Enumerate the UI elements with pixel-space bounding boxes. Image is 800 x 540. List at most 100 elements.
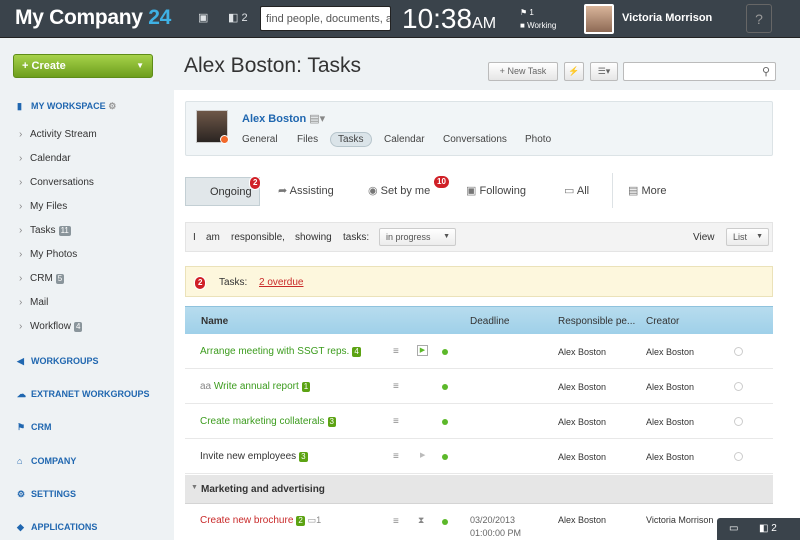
tab-files[interactable]: Files xyxy=(297,134,318,145)
menu-icon[interactable]: ≡ xyxy=(393,451,399,462)
global-search-input[interactable]: find people, documents, an xyxy=(260,6,391,31)
tab-conversations[interactable]: Conversations xyxy=(443,134,507,145)
overdue-link[interactable]: 2 overdue xyxy=(259,277,303,288)
task-creator[interactable]: Alex Boston xyxy=(646,347,694,357)
task-name[interactable]: Create new brochure 2 ▭1 xyxy=(200,515,321,526)
table-row[interactable]: Invite new employees 3 ≡ ▶ Alex Boston Al… xyxy=(185,439,773,474)
task-creator[interactable]: Victoria Morrison xyxy=(646,515,713,525)
sidebar-item-conversations[interactable]: Conversations xyxy=(19,177,94,188)
task-name[interactable]: Arrange meeting with SSGT reps. 4 xyxy=(200,346,361,357)
sidebar-item-my-files[interactable]: My Files xyxy=(19,201,67,212)
priority-dot xyxy=(442,519,448,525)
task-badge: 3 xyxy=(327,417,336,427)
task-name[interactable]: aa Write annual report 1 xyxy=(200,381,311,392)
company-logo[interactable]: My Company 24 xyxy=(15,6,171,30)
profile-name[interactable]: Alex Boston ▤▾ xyxy=(242,112,325,125)
search-icon[interactable]: ⚲ xyxy=(762,65,770,78)
menu-icon[interactable]: ≡ xyxy=(393,516,399,527)
sidebar-item-crm[interactable]: CRM5 xyxy=(19,273,65,284)
sidebar-section-extranet-workgroups[interactable]: ☁ EXTRANET WORKGROUPS xyxy=(17,389,150,400)
chevron-down-icon: ▼ xyxy=(443,233,450,240)
task-search-input[interactable]: ⚲ xyxy=(623,62,776,81)
complete-checkbox[interactable] xyxy=(734,347,743,356)
create-button[interactable]: + Create ▼ xyxy=(13,54,153,78)
tab-tasks[interactable]: Tasks xyxy=(330,132,372,147)
profile-avatar[interactable] xyxy=(196,110,229,144)
task-group-header[interactable]: ▼ Marketing and advertising xyxy=(185,475,773,504)
task-creator[interactable]: Alex Boston xyxy=(646,382,694,392)
table-row[interactable]: aa Write annual report 1 ≡ Alex Boston Al… xyxy=(185,369,773,404)
sidebar-item-calendar[interactable]: Calendar xyxy=(19,153,70,164)
tab-general[interactable]: General xyxy=(242,134,278,145)
notifications-button[interactable]: ◧ 2 xyxy=(759,523,777,534)
task-deadline: 03/20/2013 xyxy=(470,515,516,525)
complete-checkbox[interactable] xyxy=(734,417,743,426)
menu-icon[interactable]: ≡ xyxy=(393,416,399,427)
user-avatar[interactable] xyxy=(584,4,614,34)
task-creator[interactable]: Alex Boston xyxy=(646,417,694,427)
chevron-down-icon[interactable]: ▼ xyxy=(191,484,198,491)
responsible-bar: I am responsible, showing tasks: in prog… xyxy=(185,222,773,252)
quick-task-button[interactable]: ⚡ xyxy=(564,62,584,81)
tab-photo[interactable]: Photo xyxy=(525,134,551,145)
comments-count[interactable]: ▭1 xyxy=(308,515,322,525)
crm-count-badge: 5 xyxy=(55,274,65,284)
col-deadline[interactable]: Deadline xyxy=(470,316,509,327)
filter-more[interactable]: ▤ More xyxy=(628,184,667,197)
sidebar-section-my-workspace[interactable]: ▮ MY WORKSPACE ⚙ xyxy=(17,101,116,112)
col-responsible[interactable]: Responsible pe... xyxy=(558,316,635,327)
view-mode-select[interactable]: List ▼ xyxy=(726,228,769,246)
sidebar-section-settings[interactable]: ⚙ SETTINGS xyxy=(17,489,76,500)
notifications-icon[interactable]: ◧ 2 xyxy=(228,11,248,24)
task-name[interactable]: Create marketing collaterals 3 xyxy=(200,416,336,427)
col-name[interactable]: Name xyxy=(201,316,228,327)
responsible-text-2: am xyxy=(206,232,220,243)
task-responsible[interactable]: Alex Boston xyxy=(558,417,606,427)
menu-icon[interactable]: ≡ xyxy=(393,346,399,357)
chat-icon[interactable]: ▭ xyxy=(729,523,738,534)
menu-icon[interactable]: ≡ xyxy=(393,381,399,392)
filter-assisting[interactable]: ➦ Assisting xyxy=(278,184,334,197)
col-creator[interactable]: Creator xyxy=(646,316,679,327)
priority-dot xyxy=(442,454,448,460)
complete-checkbox[interactable] xyxy=(734,452,743,461)
sidebar-section-workgroups[interactable]: ◀ WORKGROUPS xyxy=(17,356,99,367)
play-icon[interactable]: ▶ xyxy=(417,345,428,356)
work-status[interactable]: ⚑ 1 ■ Working xyxy=(520,6,556,32)
task-responsible[interactable]: Alex Boston xyxy=(558,347,606,357)
sidebar-section-applications[interactable]: ◆ APPLICATIONS xyxy=(17,522,97,533)
task-responsible[interactable]: Alex Boston xyxy=(558,515,606,525)
task-responsible[interactable]: Alex Boston xyxy=(558,382,606,392)
play-icon[interactable]: ▶ xyxy=(420,451,425,459)
card-icon[interactable]: ▤▾ xyxy=(309,113,325,125)
sidebar-section-company[interactable]: ⌂ COMPANY xyxy=(17,456,76,466)
sidebar-section-crm[interactable]: ⚑ CRM xyxy=(17,422,52,433)
gear-icon[interactable]: ⚙ xyxy=(108,101,116,111)
task-creator[interactable]: Alex Boston xyxy=(646,452,694,462)
sidebar-item-mail[interactable]: Mail xyxy=(19,297,49,308)
task-responsible[interactable]: Alex Boston xyxy=(558,452,606,462)
flag-icon: ⚑ xyxy=(520,8,528,17)
user-name[interactable]: Victoria Morrison xyxy=(622,12,712,24)
complete-checkbox[interactable] xyxy=(734,382,743,391)
sidebar-item-tasks[interactable]: Tasks11 xyxy=(19,225,71,236)
filter-all[interactable]: ▭ All xyxy=(564,184,589,197)
filter-set-by-me[interactable]: ◉ Set by me xyxy=(368,184,430,197)
task-status-select[interactable]: in progress ▼ xyxy=(379,228,456,246)
view-menu-button[interactable]: ☰▾ xyxy=(590,62,618,81)
gear-icon: ⚙ xyxy=(17,489,26,499)
new-task-button[interactable]: + New Task xyxy=(488,62,558,81)
table-row[interactable]: Create marketing collaterals 3 ≡ Alex Bos… xyxy=(185,404,773,439)
list-icon: ▤ xyxy=(628,185,639,197)
sidebar-item-my-photos[interactable]: My Photos xyxy=(19,249,77,260)
sidebar-item-activity-stream[interactable]: Activity Stream xyxy=(19,129,97,140)
page-title: Alex Boston: Tasks xyxy=(184,54,362,77)
table-row[interactable]: Create new brochure 2 ▭1 ≡ ⧗ 03/20/2013 0… xyxy=(185,504,773,540)
help-button[interactable]: ? xyxy=(746,4,772,33)
filter-following[interactable]: ▣ Following xyxy=(466,184,526,197)
tab-calendar[interactable]: Calendar xyxy=(384,134,425,145)
task-name[interactable]: Invite new employees 3 xyxy=(200,451,308,462)
table-row[interactable]: Arrange meeting with SSGT reps. 4 ≡ ▶ Ale… xyxy=(185,334,773,369)
chat-icon[interactable]: ▣ xyxy=(198,11,208,24)
sidebar-item-workflow[interactable]: Workflow4 xyxy=(19,321,83,332)
